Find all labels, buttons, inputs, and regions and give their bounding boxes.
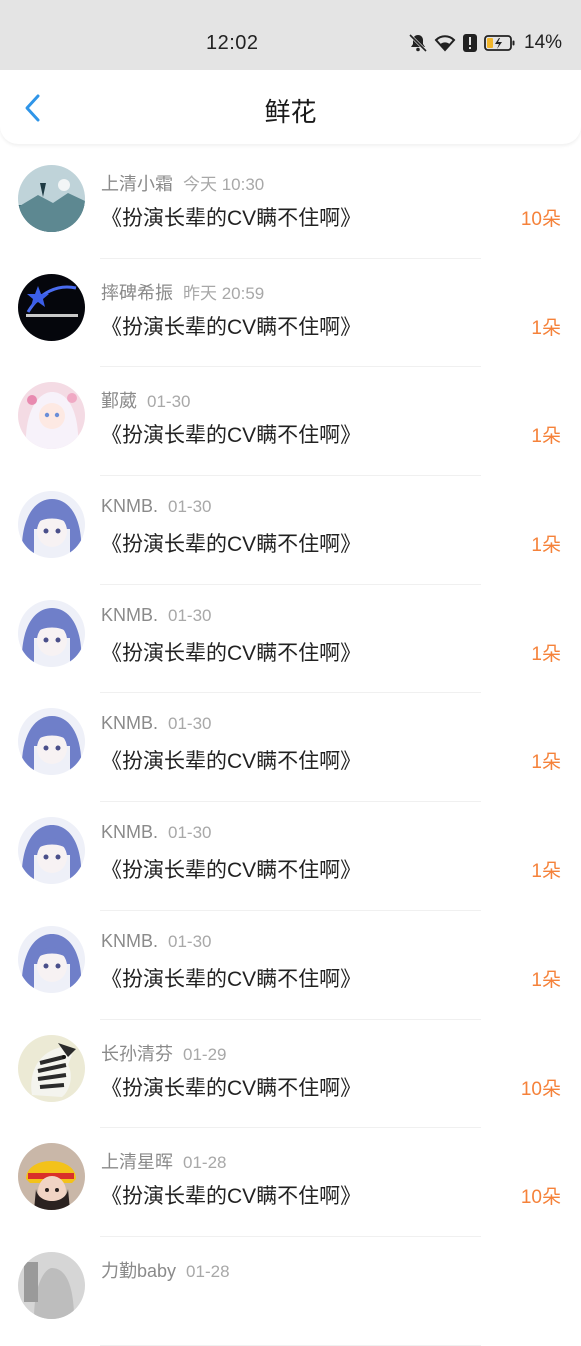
- user-avatar[interactable]: [18, 925, 85, 993]
- item-meta: 摔碑希振 昨天 20:59: [101, 279, 264, 305]
- flower-record-list: 上清小霜 今天 10:30 《扮演长辈的CV瞒不住啊》 10朵 摔碑希振 昨天 20…: [0, 150, 581, 1346]
- item-meta: KNMB. 01-30: [101, 931, 212, 952]
- battery-percentage: 14%: [524, 32, 563, 53]
- user-name[interactable]: 上清星晖: [101, 1152, 173, 1172]
- user-name[interactable]: KNMB.: [101, 496, 158, 516]
- flower-count: 1朵: [531, 426, 561, 448]
- item-meta: 上清小霜 今天 10:30: [101, 170, 264, 196]
- item-time: 01-30: [168, 605, 212, 625]
- item-meta: 长孙清芬 01-29: [101, 1040, 226, 1066]
- item-meta: 力勤baby 01-28: [101, 1257, 230, 1283]
- user-avatar[interactable]: [18, 1143, 85, 1211]
- flower-count: 1朵: [531, 535, 561, 557]
- flower-count: 1朵: [531, 643, 561, 665]
- item-time: 01-30: [168, 931, 212, 951]
- work-title[interactable]: 《扮演长辈的CV瞒不住啊》: [101, 854, 361, 884]
- user-name[interactable]: KNMB.: [101, 605, 158, 625]
- item-meta: 上清星晖 01-28: [101, 1148, 226, 1174]
- list-item[interactable]: 摔碑希振 昨天 20:59 《扮演长辈的CV瞒不住啊》 1朵: [0, 259, 581, 368]
- item-time: 01-30: [168, 823, 212, 843]
- flower-count: 1朵: [531, 317, 561, 339]
- status-time: 12:02: [206, 32, 259, 54]
- user-name[interactable]: 上清小霜: [101, 174, 173, 194]
- flower-count: 1朵: [531, 752, 561, 774]
- item-time: 01-28: [183, 1153, 227, 1173]
- user-name[interactable]: 力勤baby: [101, 1261, 176, 1281]
- list-item[interactable]: 力勤baby 01-28: [0, 1237, 581, 1346]
- user-avatar[interactable]: [18, 817, 85, 885]
- user-name[interactable]: KNMB.: [101, 822, 158, 842]
- user-avatar[interactable]: [18, 382, 85, 450]
- user-avatar[interactable]: [18, 708, 85, 776]
- user-avatar[interactable]: [18, 273, 85, 341]
- alert-icon: [462, 33, 478, 53]
- work-title[interactable]: 《扮演长辈的CV瞒不住啊》: [101, 963, 361, 993]
- list-item[interactable]: KNMB. 01-30 《扮演长辈的CV瞒不住啊》 1朵: [0, 911, 581, 1020]
- work-title[interactable]: 《扮演长辈的CV瞒不住啊》: [101, 1072, 361, 1102]
- list-item[interactable]: KNMB. 01-30 《扮演长辈的CV瞒不住啊》 1朵: [0, 802, 581, 911]
- user-avatar[interactable]: [18, 1251, 85, 1319]
- item-meta: KNMB. 01-30: [101, 713, 212, 734]
- work-title[interactable]: 《扮演长辈的CV瞒不住啊》: [101, 1180, 361, 1210]
- page-title: 鲜花: [264, 97, 317, 127]
- flower-count: 10朵: [520, 1078, 561, 1100]
- item-time: 01-30: [147, 392, 191, 412]
- item-meta: 鄞葳 01-30: [101, 387, 190, 413]
- status-bar: 12:02 14%: [0, 0, 581, 70]
- user-avatar[interactable]: [18, 1034, 85, 1102]
- user-name[interactable]: KNMB.: [101, 713, 158, 733]
- flower-count: 1朵: [531, 969, 561, 991]
- item-time: 昨天 20:59: [183, 283, 265, 303]
- list-item[interactable]: 上清星晖 01-28 《扮演长辈的CV瞒不住啊》 10朵: [0, 1128, 581, 1237]
- top-nav-bar: 鲜花: [0, 70, 581, 144]
- flower-count: 10朵: [520, 1187, 561, 1209]
- item-meta: KNMB. 01-30: [101, 496, 212, 517]
- user-avatar[interactable]: [18, 599, 85, 667]
- list-item[interactable]: 上清小霜 今天 10:30 《扮演长辈的CV瞒不住啊》 10朵: [0, 150, 581, 259]
- battery-icon: [484, 33, 516, 53]
- user-avatar[interactable]: [18, 491, 85, 559]
- item-time: 01-30: [168, 714, 212, 734]
- user-name[interactable]: 摔碑希振: [101, 283, 173, 303]
- flower-count: 10朵: [520, 209, 561, 230]
- work-title[interactable]: 《扮演长辈的CV瞒不住啊》: [101, 528, 361, 558]
- item-meta: KNMB. 01-30: [101, 605, 212, 626]
- wifi-icon: [434, 33, 456, 53]
- flower-count: 1朵: [531, 861, 561, 883]
- list-item[interactable]: KNMB. 01-30 《扮演长辈的CV瞒不住啊》 1朵: [0, 476, 581, 585]
- item-time: 01-28: [186, 1261, 230, 1281]
- item-time: 今天 10:30: [183, 175, 265, 194]
- user-name[interactable]: 鄞葳: [101, 391, 137, 411]
- user-name[interactable]: 长孙清芬: [101, 1044, 173, 1064]
- work-title[interactable]: 《扮演长辈的CV瞒不住啊》: [101, 419, 361, 449]
- list-item[interactable]: KNMB. 01-30 《扮演长辈的CV瞒不住啊》 1朵: [0, 585, 581, 694]
- list-item[interactable]: KNMB. 01-30 《扮演长辈的CV瞒不住啊》 1朵: [0, 693, 581, 802]
- item-time: 01-29: [183, 1044, 227, 1064]
- user-avatar[interactable]: [18, 165, 85, 232]
- user-name[interactable]: KNMB.: [101, 931, 158, 951]
- work-title[interactable]: 《扮演长辈的CV瞒不住啊》: [101, 311, 361, 341]
- status-icons: 14%: [408, 31, 562, 55]
- list-item[interactable]: 鄞葳 01-30 《扮演长辈的CV瞒不住啊》 1朵: [0, 367, 581, 476]
- item-meta: KNMB. 01-30: [101, 822, 212, 843]
- list-item[interactable]: 长孙清芬 01-29 《扮演长辈的CV瞒不住啊》 10朵: [0, 1020, 581, 1129]
- work-title[interactable]: 《扮演长辈的CV瞒不住啊》: [101, 637, 361, 667]
- mute-bell-icon: [408, 33, 428, 53]
- item-time: 01-30: [168, 497, 212, 517]
- work-title[interactable]: 《扮演长辈的CV瞒不住啊》: [101, 202, 361, 232]
- work-title[interactable]: 《扮演长辈的CV瞒不住啊》: [101, 745, 361, 775]
